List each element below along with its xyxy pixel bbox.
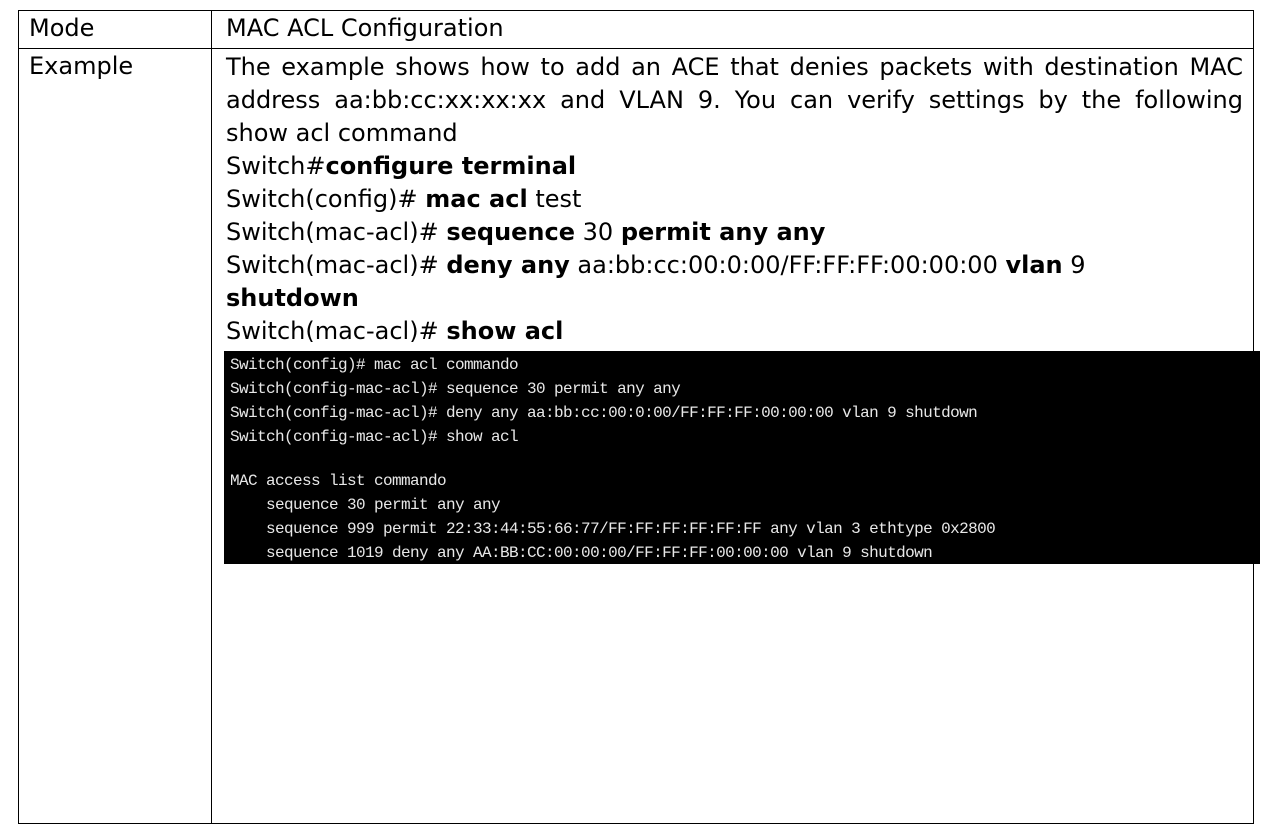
command-prompt: Switch# [226, 152, 326, 180]
command-prompt: Switch(mac-acl)# [226, 251, 447, 279]
mode-row: Mode MAC ACL Configuration [18, 10, 1254, 49]
command-line: Switch(mac-acl)# deny any aa:bb:cc:00:0:… [226, 249, 1243, 282]
command-line: Switch#configure terminal [226, 150, 1243, 183]
terminal-screenshot: Switch(config)# mac acl commando Switch(c… [224, 351, 1260, 564]
command-line: Switch(mac-acl)# show acl [226, 315, 1243, 348]
command-line: shutdown [226, 282, 1243, 315]
example-content: The example shows how to add an ACE that… [211, 48, 1260, 824]
command-prompt: Switch(mac-acl)# [226, 317, 447, 345]
example-description: The example shows how to add an ACE that… [226, 53, 1243, 147]
command-argument: aa:bb:cc:00:0:00/FF:FF:FF:00:00:00 [569, 251, 1006, 279]
example-label: Example [18, 48, 212, 824]
command-keyword: deny any [446, 251, 570, 279]
command-argument: test [527, 185, 582, 213]
terminal-line: Switch(config-mac-acl)# deny any aa:bb:c… [230, 404, 978, 422]
terminal-line: sequence 999 permit 22:33:44:55:66:77/FF… [230, 520, 996, 538]
command-prompt: Switch(mac-acl)# [226, 218, 447, 246]
example-row: Example The example shows how to add an … [18, 48, 1260, 824]
command-line: Switch(config)# mac acl test [226, 183, 1243, 216]
terminal-line: Switch(config-mac-acl)# show acl [230, 428, 519, 446]
command-reference-table: Mode MAC ACL Configuration Example The e… [18, 10, 1260, 824]
command-argument: 9 [1062, 251, 1086, 279]
command-keyword: permit any any [620, 218, 826, 246]
command-prompt: Switch(config)# [226, 185, 426, 213]
command-keyword: show acl [446, 317, 564, 345]
command-keyword: vlan [1005, 251, 1063, 279]
terminal-line: sequence 1019 deny any AA:BB:CC:00:00:00… [230, 544, 933, 562]
terminal-line: Switch(config)# mac acl commando [230, 356, 519, 374]
command-lines: Switch#configure terminal Switch(config)#… [226, 150, 1243, 348]
mode-value: MAC ACL Configuration [211, 10, 1254, 49]
terminal-line: sequence 30 permit any any [230, 496, 501, 514]
mode-label: Mode [18, 10, 212, 49]
command-keyword: mac acl [425, 185, 528, 213]
terminal-line: MAC access list commando [230, 472, 447, 490]
terminal-line: Switch(config-mac-acl)# sequence 30 perm… [230, 380, 681, 398]
command-line: Switch(mac-acl)# sequence 30 permit any … [226, 216, 1243, 249]
command-argument: 30 [575, 218, 621, 246]
command-keyword: configure terminal [325, 152, 577, 180]
command-keyword: shutdown [226, 284, 359, 312]
command-keyword: sequence [446, 218, 576, 246]
